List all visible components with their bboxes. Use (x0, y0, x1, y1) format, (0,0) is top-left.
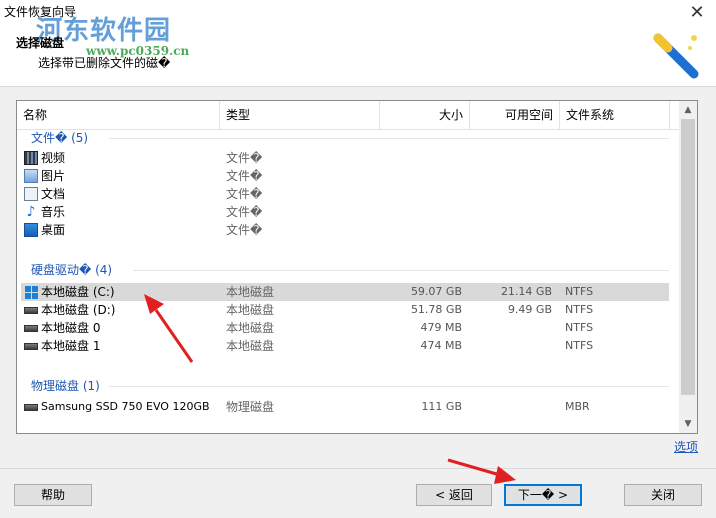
item-name: 音乐 (41, 205, 66, 219)
item-type: 本地磁盘 (226, 285, 275, 299)
group-header-physical[interactable]: 物理磁盘 (1) (31, 377, 100, 395)
group-divider (109, 386, 669, 387)
close-button[interactable]: 关闭 (624, 484, 702, 506)
column-free-space[interactable]: 可用空间 (470, 101, 560, 129)
item-size: 474 MB (420, 339, 462, 352)
item-free-space: 9.49 GB (507, 303, 552, 316)
scrollbar-thumb[interactable] (681, 119, 695, 395)
item-file-system: NTFS (565, 339, 594, 352)
list-item[interactable]: 文档 文件� (21, 185, 669, 203)
magic-wand-icon (653, 33, 699, 79)
item-name: 桌面 (41, 223, 66, 237)
item-type: 文件� (226, 151, 263, 165)
column-name[interactable]: 名称 (17, 101, 220, 129)
group-header-files[interactable]: 文件� (5) (31, 129, 88, 147)
item-name: 本地磁盘 (D:) (41, 303, 116, 317)
item-type: 本地磁盘 (226, 339, 275, 353)
item-file-system: NTFS (565, 285, 594, 298)
list-item[interactable]: 图片 文件� (21, 167, 669, 185)
item-size: 59.07 GB (410, 285, 462, 298)
item-free-space: 21.14 GB (500, 285, 552, 298)
item-file-system: NTFS (565, 321, 594, 334)
column-file-system[interactable]: 文件系统 (560, 101, 670, 129)
group-header-drives[interactable]: 硬盘驱动� (4) (31, 261, 112, 279)
item-file-system: NTFS (565, 303, 594, 316)
item-name: Samsung SSD 750 EVO 120GB (41, 400, 210, 413)
windows-drive-icon (24, 285, 38, 299)
item-name: 本地磁盘 0 (41, 321, 101, 335)
item-name: 视频 (41, 151, 66, 165)
item-type: 文件� (226, 169, 263, 183)
item-type: 本地磁盘 (226, 303, 275, 317)
item-type: 物理磁盘 (226, 400, 275, 414)
item-size: 51.78 GB (410, 303, 462, 316)
disk-list[interactable]: 名称 类型 大小 可用空间 文件系统 文件� (5) 视频 文件� 图片 文件�… (16, 100, 698, 434)
drive-icon (24, 404, 38, 411)
item-name: 本地磁盘 1 (41, 339, 101, 353)
list-item[interactable]: Samsung SSD 750 EVO 120GB 物理磁盘 111 GB MB… (21, 398, 669, 416)
wizard-header: 河东软件园 www.pc0359.cn 选择磁盘 选择带已删除文件的磁� (0, 16, 716, 87)
column-size[interactable]: 大小 (380, 101, 470, 129)
scroll-up-icon[interactable]: ▲ (679, 101, 697, 119)
document-icon (24, 187, 38, 201)
scroll-down-icon[interactable]: ▼ (679, 415, 697, 433)
step-description: 选择带已删除文件的磁� (38, 56, 171, 70)
list-item[interactable]: 本地磁盘 1 本地磁盘 474 MB NTFS (21, 337, 669, 355)
group-divider (109, 138, 669, 139)
group-divider (133, 270, 669, 271)
list-item[interactable]: 桌面 文件� (21, 221, 669, 239)
footer-divider (0, 468, 716, 469)
item-name: 图片 (41, 169, 66, 183)
list-item-selected[interactable]: 本地磁盘 (C:) 本地磁盘 59.07 GB 21.14 GB NTFS (21, 283, 669, 301)
item-size: 111 GB (421, 400, 462, 413)
item-type: 文件� (226, 205, 263, 219)
help-button[interactable]: 帮助 (14, 484, 92, 506)
step-title: 选择磁盘 (16, 36, 65, 50)
list-item[interactable]: 视频 文件� (21, 149, 669, 167)
drive-icon (24, 343, 38, 350)
column-header: 名称 类型 大小 可用空间 文件系统 (17, 101, 679, 130)
list-item[interactable]: ♪ 音乐 文件� (21, 203, 669, 221)
video-icon (24, 151, 38, 165)
close-icon[interactable]: ✕ (686, 2, 708, 24)
list-item[interactable]: 本地磁盘 (D:) 本地磁盘 51.78 GB 9.49 GB NTFS (21, 301, 669, 319)
vertical-scrollbar[interactable]: ▲ ▼ (679, 101, 697, 433)
column-type[interactable]: 类型 (220, 101, 380, 129)
picture-icon (24, 169, 38, 183)
desktop-icon (24, 223, 38, 237)
drive-icon (24, 307, 38, 314)
list-item[interactable]: 本地磁盘 0 本地磁盘 479 MB NTFS (21, 319, 669, 337)
item-file-system: MBR (565, 400, 590, 413)
options-link[interactable]: 选项 (674, 438, 698, 455)
next-button[interactable]: 下一� > (504, 484, 582, 506)
music-icon: ♪ (26, 204, 36, 220)
drive-icon (24, 325, 38, 332)
item-name: 文档 (41, 187, 66, 201)
item-type: 文件� (226, 223, 263, 237)
back-button[interactable]: < 返回 (416, 484, 492, 506)
item-size: 479 MB (420, 321, 462, 334)
red-arrow-icon (447, 458, 516, 484)
item-name: 本地磁盘 (C:) (41, 285, 115, 299)
item-type: 文件� (226, 187, 263, 201)
item-type: 本地磁盘 (226, 321, 275, 335)
